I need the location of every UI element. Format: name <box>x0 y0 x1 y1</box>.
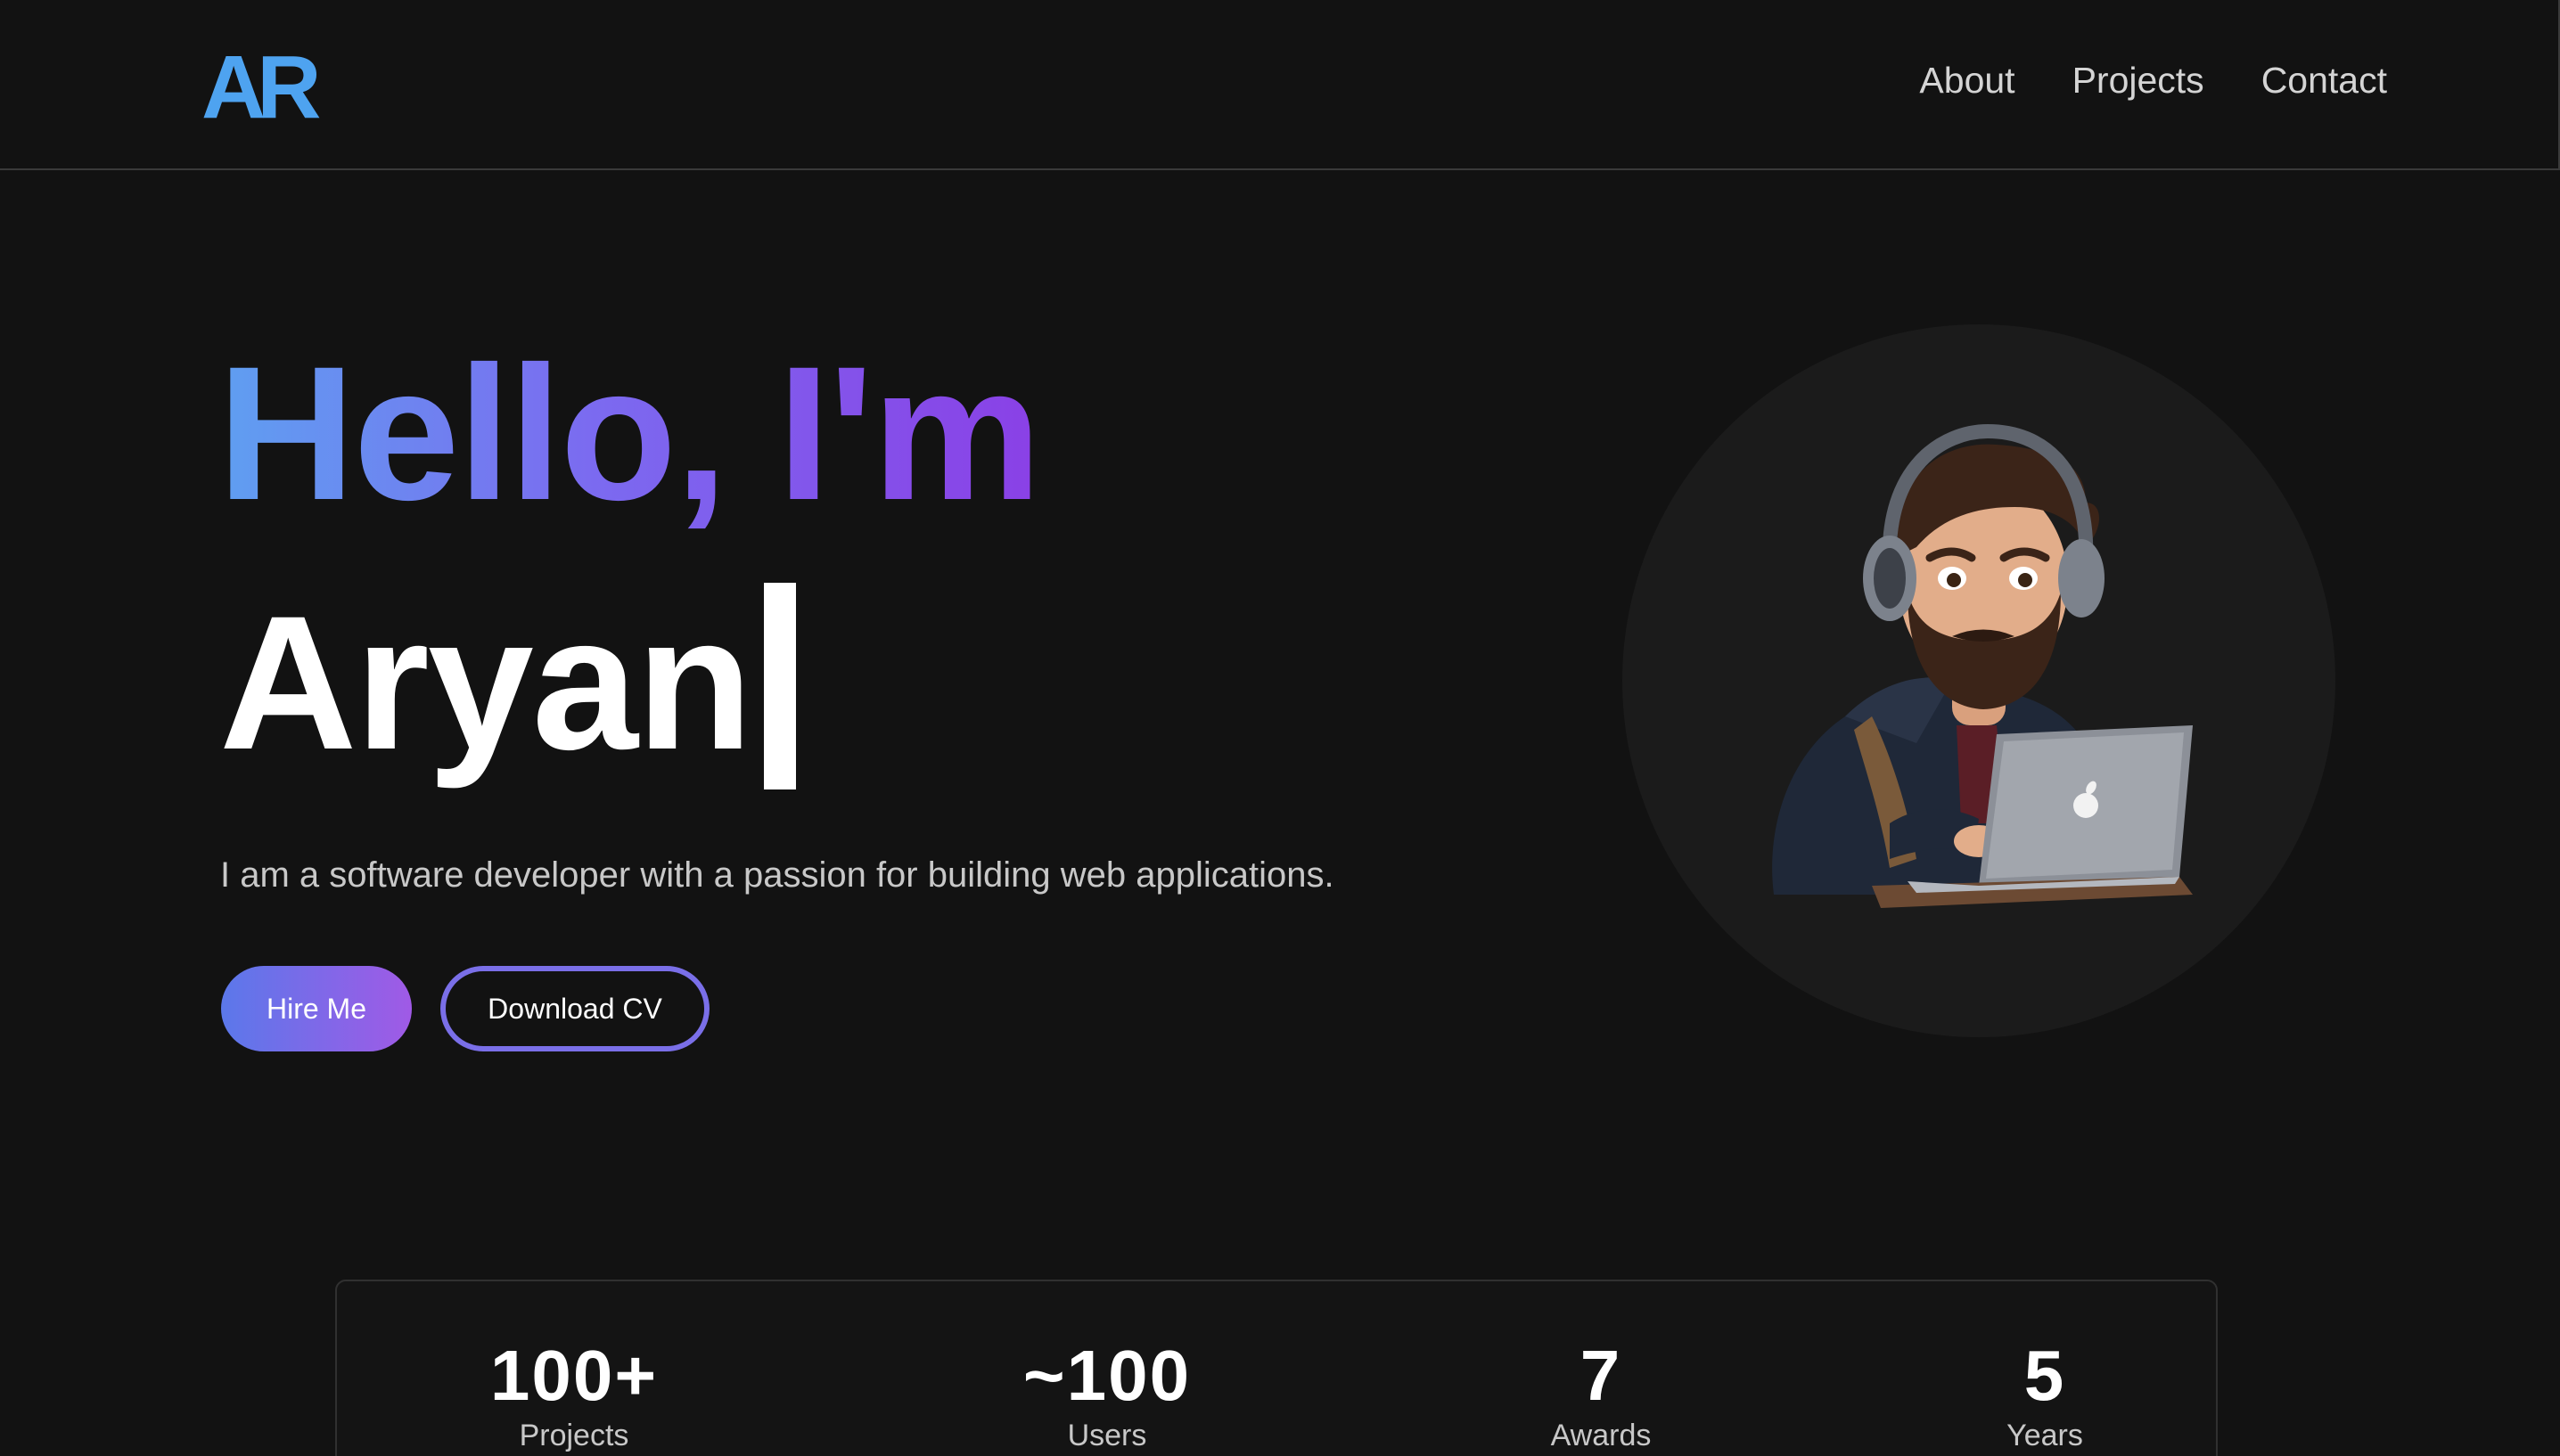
page: AR About Projects Contact Hello, I'm Ary… <box>0 0 2560 1456</box>
stat-label: Years <box>2006 1419 2083 1452</box>
avatar-container <box>1622 324 2335 1037</box>
stat-label: Awards <box>1550 1419 1652 1452</box>
hero-tagline: I am a software developer with a passion… <box>220 855 1334 895</box>
stat-years: 5 Years <box>1884 1336 2205 1452</box>
stat-value: ~100 <box>1022 1336 1192 1415</box>
download-cv-button[interactable]: Download CV <box>440 966 710 1051</box>
main-nav: About Projects Contact <box>1919 59 2387 102</box>
stat-label: Projects <box>519 1419 629 1452</box>
hero-name-line: Aryan <box>219 577 796 789</box>
logo[interactable]: AR <box>201 43 321 132</box>
typing-cursor <box>763 583 796 789</box>
stat-value: 5 <box>2023 1336 2066 1415</box>
hero-name: Aryan <box>219 577 753 789</box>
hire-me-button[interactable]: Hire Me <box>221 966 412 1051</box>
stat-awards: 7 Awards <box>1440 1336 1761 1452</box>
nav-about[interactable]: About <box>1919 59 2014 102</box>
stat-value: 7 <box>1579 1336 1622 1415</box>
stat-users: ~100 Users <box>947 1336 1268 1452</box>
stat-value: 100+ <box>489 1336 659 1415</box>
nav-projects[interactable]: Projects <box>2072 59 2204 102</box>
site-header: AR About Projects Contact <box>0 0 2560 170</box>
developer-avatar-icon <box>1772 423 2193 908</box>
stat-label: Users <box>1067 1419 1147 1452</box>
stat-projects: 100+ Projects <box>414 1336 734 1452</box>
stats-panel: 100+ Projects ~100 Users 7 Awards 5 Year… <box>335 1280 2218 1456</box>
nav-contact[interactable]: Contact <box>2261 59 2387 102</box>
hero-greeting: Hello, I'm <box>217 327 1042 540</box>
